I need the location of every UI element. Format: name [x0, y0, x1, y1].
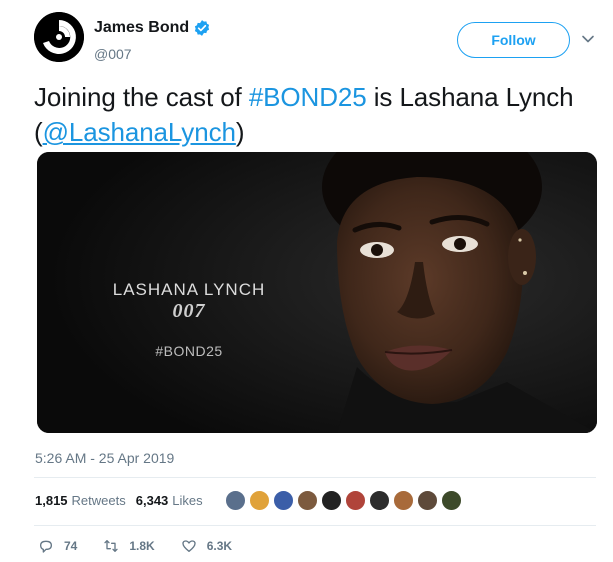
chevron-down-icon[interactable]: [581, 32, 595, 46]
like-count: 6.3K: [206, 539, 233, 553]
heart-icon: [182, 540, 196, 552]
liker-avatar[interactable]: [368, 489, 390, 511]
media-007-logo: 007: [172, 300, 206, 322]
media-caption-name: LASHANA LYNCH: [112, 280, 266, 299]
retweets-count: 1,815: [35, 492, 68, 508]
liker-avatar[interactable]: [320, 489, 342, 511]
reply-count: 74: [64, 539, 78, 553]
author-name-row[interactable]: James Bond: [94, 19, 211, 37]
tweet-text: Joining the cast of #BOND25 is Lashana L…: [34, 80, 609, 150]
liker-avatar[interactable]: [440, 489, 462, 511]
reply-button[interactable]: 74: [38, 538, 77, 554]
reply-icon: [40, 540, 52, 553]
author-handle: @007: [94, 46, 132, 62]
like-button[interactable]: 6.3K: [181, 538, 232, 554]
verified-badge-icon: [195, 20, 210, 36]
retweets-stat[interactable]: 1,815 Retweets: [35, 493, 126, 508]
media-caption-hashtag: #BOND25: [155, 343, 223, 359]
liker-avatars: [224, 489, 465, 511]
likes-label: Likes: [172, 492, 203, 508]
liker-avatar[interactable]: [272, 489, 294, 511]
divider: [34, 477, 596, 478]
tweet-header: James Bond @007 Follow: [34, 12, 604, 72]
mention-link[interactable]: @LashanaLynch: [43, 117, 236, 147]
tweet-timestamp[interactable]: 5:26 AM - 25 Apr 2019: [35, 450, 174, 466]
liker-avatar[interactable]: [224, 489, 246, 511]
liker-avatar[interactable]: [392, 489, 414, 511]
liker-avatar[interactable]: [296, 489, 318, 511]
likes-count: 6,343: [135, 492, 169, 508]
tweet-text-start: Joining the cast of: [34, 82, 249, 112]
retweet-icon: [104, 540, 119, 552]
avatar[interactable]: [34, 12, 84, 62]
divider: [34, 525, 596, 526]
follow-button[interactable]: Follow: [457, 22, 570, 58]
tweet-media-image[interactable]: LASHANA LYNCH 007 #BOND25: [37, 152, 597, 433]
retweet-button[interactable]: 1.8K: [103, 538, 155, 554]
hashtag-link[interactable]: #BOND25: [249, 82, 367, 112]
tweet-stats: 1,815 Retweets 6,343 Likes: [35, 488, 465, 512]
tweet-actions: 74 1.8K 6.3K: [38, 538, 258, 554]
liker-avatar[interactable]: [416, 489, 438, 511]
author-name[interactable]: James Bond: [94, 19, 189, 37]
retweets-label: Retweets: [71, 492, 126, 508]
liker-avatar[interactable]: [344, 489, 366, 511]
tweet-text-end: ): [235, 117, 245, 147]
retweet-count: 1.8K: [129, 539, 155, 553]
gun-barrel-avatar-icon: [34, 12, 84, 62]
liker-avatar[interactable]: [248, 489, 270, 511]
likes-stat[interactable]: 6,343 Likes: [136, 493, 203, 508]
